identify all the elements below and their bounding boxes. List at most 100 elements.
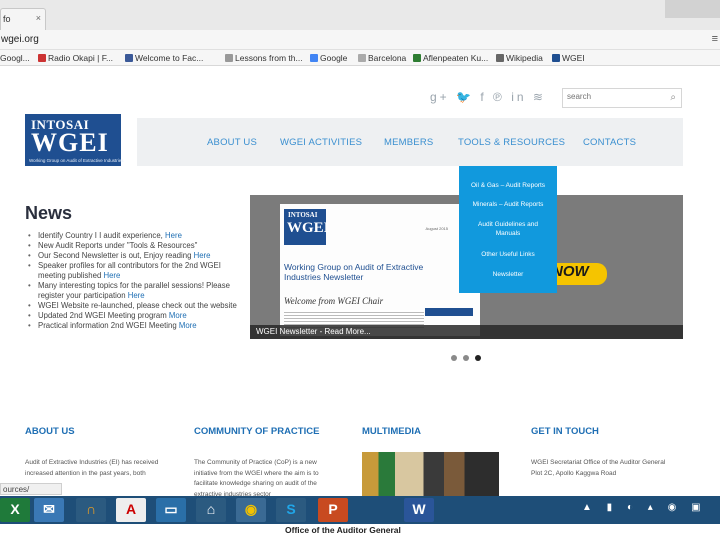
news-link[interactable]: Here bbox=[128, 291, 145, 300]
logo-main-text: WGEI bbox=[31, 128, 109, 157]
tools-dropdown-menu: Oil & Gas – Audit Reports Minerals – Aud… bbox=[459, 166, 557, 293]
chrome-icon[interactable]: ◉ bbox=[236, 498, 266, 522]
search-box: ⌕ bbox=[562, 88, 682, 108]
bookmark-item[interactable]: Googl... bbox=[0, 53, 30, 63]
tab-label: fo bbox=[3, 14, 11, 24]
news-link[interactable]: Here bbox=[165, 231, 182, 240]
twitter-icon[interactable]: 🐦 bbox=[456, 90, 474, 104]
acrobat-icon[interactable]: A bbox=[116, 498, 146, 522]
dropdown-item[interactable]: Minerals – Audit Reports bbox=[459, 200, 557, 209]
community-heading[interactable]: COMMUNITY OF PRACTICE bbox=[194, 426, 319, 437]
bookmark-item[interactable]: Wikipedia bbox=[496, 53, 543, 63]
word-icon[interactable]: W bbox=[404, 498, 434, 522]
list-item: Speaker profiles for all contributors fo… bbox=[28, 261, 243, 281]
community-text: The Community of Practice (CoP) is a new… bbox=[194, 459, 319, 498]
bookmark-item[interactable]: WGEI bbox=[552, 53, 585, 63]
dropdown-item[interactable]: Newsletter bbox=[459, 270, 557, 279]
newsletter-welcome: Welcome from WGEI Chair bbox=[284, 296, 384, 306]
monitor-icon[interactable]: ▭ bbox=[156, 498, 186, 522]
browser-tab-bar: fo × bbox=[0, 0, 720, 30]
multimedia-photo[interactable] bbox=[362, 452, 499, 496]
newsletter-sidebar-box bbox=[425, 308, 473, 316]
home-icon[interactable]: ⌂ bbox=[196, 498, 226, 522]
main-nav: ABOUT US WGEI ACTIVITIES MEMBERS TOOLS &… bbox=[137, 118, 683, 166]
nav-tools-resources[interactable]: TOOLS & RESOURCES bbox=[458, 137, 565, 148]
headphones-icon[interactable]: ∩ bbox=[76, 498, 106, 522]
address-bar[interactable]: wgei.org ≡ bbox=[0, 30, 720, 50]
nav-wgei-activities[interactable]: WGEI ACTIVITIES bbox=[280, 137, 362, 148]
newsletter-preview: INTOSAI WGEI August 2015 Working Group o… bbox=[280, 204, 480, 336]
slider-dot-active[interactable] bbox=[475, 355, 481, 361]
linkedin-icon[interactable]: in bbox=[511, 90, 526, 104]
newsletter-logo: INTOSAI WGEI bbox=[284, 209, 330, 245]
now-banner: NOW bbox=[550, 263, 607, 285]
bookmark-item[interactable]: Barcelona bbox=[358, 53, 406, 63]
window-caption-area bbox=[665, 0, 720, 18]
close-icon[interactable]: × bbox=[36, 13, 41, 23]
powerpoint-icon[interactable]: P bbox=[318, 498, 348, 522]
news-link[interactable]: Here bbox=[103, 271, 120, 280]
url-text[interactable]: wgei.org bbox=[1, 34, 39, 45]
list-item: Updated 2nd WGEI Meeting program More bbox=[28, 311, 243, 321]
search-icon[interactable]: ⌕ bbox=[670, 92, 676, 103]
bookmark-item[interactable]: Google bbox=[310, 53, 347, 63]
facebook-icon[interactable]: f bbox=[480, 90, 486, 104]
about-us-text: Audit of Extractive Industries (EI) has … bbox=[25, 459, 159, 477]
list-item: Our Second Newsletter is out, Enjoy read… bbox=[28, 251, 243, 261]
search-input[interactable] bbox=[567, 92, 657, 101]
excel-icon[interactable]: X bbox=[0, 498, 30, 522]
slide-footer: Office of the Auditor General bbox=[0, 524, 720, 540]
browser-tab[interactable]: fo × bbox=[0, 8, 46, 30]
bookmark-icon bbox=[38, 54, 46, 62]
news-link[interactable]: Here bbox=[194, 251, 211, 260]
bookmark-item[interactable]: Radio Okapi | F... bbox=[38, 53, 113, 63]
news-link[interactable]: More bbox=[179, 321, 197, 330]
dropdown-item[interactable]: Audit Guidelines and Manuals bbox=[459, 220, 557, 238]
bookmarks-bar: Googl... Radio Okapi | F... Welcome to F… bbox=[0, 50, 720, 66]
slider-pagination bbox=[451, 348, 487, 366]
google-icon bbox=[310, 54, 318, 62]
bookmark-item[interactable]: Lessons from th... bbox=[225, 53, 303, 63]
bookmark-icon bbox=[552, 54, 560, 62]
nav-contacts[interactable]: CONTACTS bbox=[583, 137, 636, 148]
mail-icon[interactable]: ✉ bbox=[34, 498, 64, 522]
bookmark-icon bbox=[358, 54, 366, 62]
wikipedia-icon bbox=[496, 54, 504, 62]
logo-subtitle: Working Group on Audit of Extractive Ind… bbox=[29, 158, 124, 163]
social-links: g+ 🐦 f ℗ in ≋ bbox=[430, 90, 546, 104]
about-us-heading[interactable]: ABOUT US bbox=[25, 426, 75, 437]
nav-members[interactable]: MEMBERS bbox=[384, 137, 433, 148]
facebook-icon bbox=[125, 54, 133, 62]
skype-icon[interactable]: S bbox=[276, 498, 306, 522]
status-bar: ources/ bbox=[0, 483, 62, 495]
site-logo[interactable]: INTOSAI WGEI Working Group on Audit of E… bbox=[25, 114, 124, 166]
bookmark-item[interactable]: Welcome to Fac... bbox=[125, 53, 203, 63]
pinterest-icon[interactable]: ℗ bbox=[493, 90, 505, 104]
multimedia-heading[interactable]: MULTIMEDIA bbox=[362, 426, 421, 437]
list-item: Many interesting topics for the parallel… bbox=[28, 281, 243, 301]
list-item: New Audit Reports under "Tools & Resourc… bbox=[28, 241, 243, 251]
dropdown-item[interactable]: Other Useful Links bbox=[459, 250, 557, 259]
system-tray[interactable]: ▲ ▮ ◐ ▴ ◉ ▣ bbox=[582, 502, 707, 513]
news-link[interactable]: More bbox=[169, 311, 187, 320]
taskbar: X ✉ ∩ A ▭ ⌂ ◉ S P W ▲ ▮ ◐ ▴ ◉ ▣ bbox=[0, 496, 720, 524]
slide-caption[interactable]: WGEI Newsletter - Read More... bbox=[250, 325, 683, 339]
newsletter-title: Working Group on Audit of Extractive Ind… bbox=[284, 262, 424, 282]
footer-label: Office of the Auditor General bbox=[285, 525, 401, 535]
list-item: Practical information 2nd WGEI Meeting M… bbox=[28, 321, 243, 331]
slider-dot[interactable] bbox=[463, 355, 469, 361]
slider-dot[interactable] bbox=[451, 355, 457, 361]
dropdown-item[interactable]: Oil & Gas – Audit Reports bbox=[459, 181, 557, 190]
bookmark-icon bbox=[225, 54, 233, 62]
menu-icon[interactable]: ≡ bbox=[712, 33, 718, 45]
bookmark-item[interactable]: Aflenpeaten Ku... bbox=[413, 53, 488, 63]
get-in-touch-heading[interactable]: GET IN TOUCH bbox=[531, 426, 599, 437]
get-in-touch-text: WGEI Secretariat Office of the Auditor G… bbox=[531, 459, 666, 477]
google-plus-icon[interactable]: g+ bbox=[430, 90, 450, 104]
nav-about-us[interactable]: ABOUT US bbox=[207, 137, 257, 148]
list-item: WGEI Website re-launched, please check o… bbox=[28, 301, 243, 311]
newsletter-date: August 2015 bbox=[425, 226, 448, 231]
web-page: g+ 🐦 f ℗ in ≋ ⌕ INTOSAI WGEI Working Gro… bbox=[0, 66, 720, 498]
rss-icon[interactable]: ≋ bbox=[533, 90, 546, 104]
list-item: Identify Country I I audit experience, H… bbox=[28, 231, 243, 241]
